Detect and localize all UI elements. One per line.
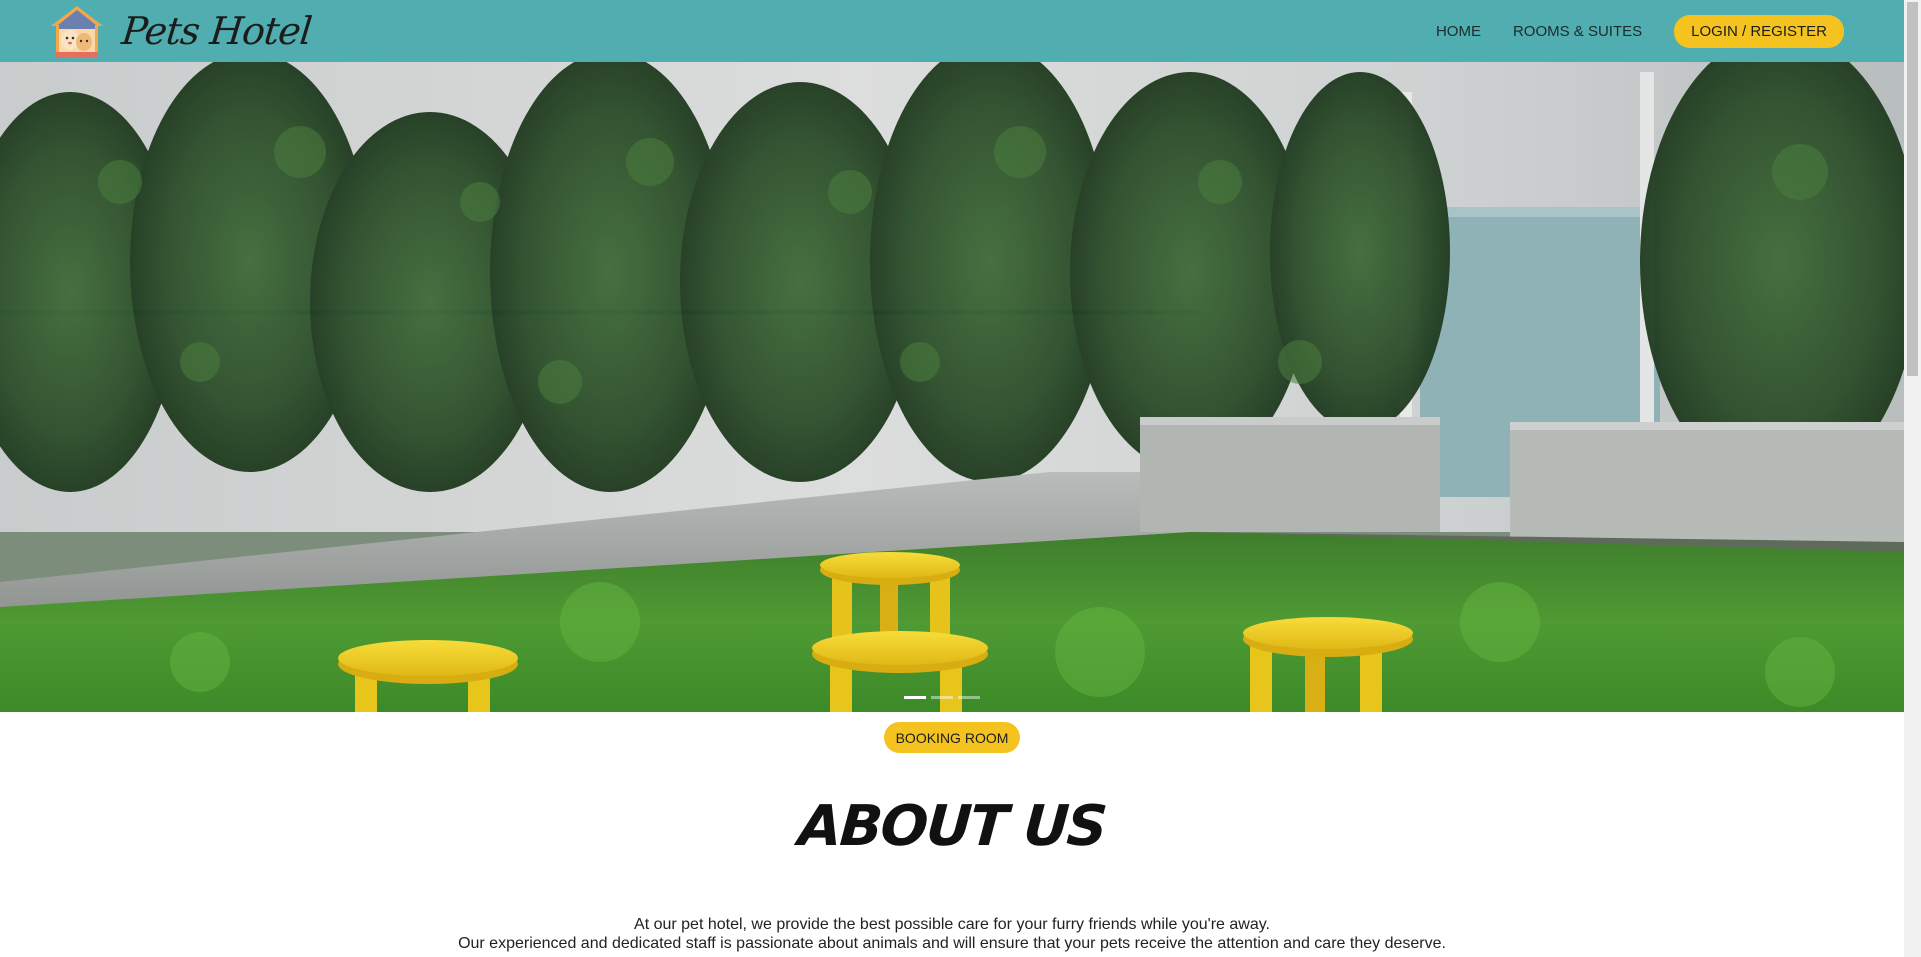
nav-links: HOME ROOMS & SUITES LOGIN / REGISTER [1436, 0, 1844, 62]
carousel-indicator-1[interactable] [904, 696, 926, 699]
about-title: ABOUT US [796, 794, 1108, 859]
login-register-button[interactable]: LOGIN / REGISTER [1674, 14, 1844, 48]
about-line-2: Our experienced and dedicated staff is p… [458, 935, 1446, 952]
navbar: Pets Hotel HOME ROOMS & SUITES LOGIN / R… [0, 0, 1904, 62]
hero-image [0, 62, 1904, 712]
brand-link[interactable]: Pets Hotel [48, 2, 314, 60]
nav-home-link[interactable]: HOME [1436, 23, 1481, 40]
booking-room-button[interactable]: BOOKING ROOM [884, 722, 1020, 753]
scrollbar-thumb[interactable] [1907, 2, 1918, 376]
carousel-indicator-3[interactable] [958, 696, 980, 699]
hero-carousel[interactable] [0, 62, 1904, 712]
page-scrollbar[interactable] [1904, 0, 1921, 957]
about-line-1: At our pet hotel, we provide the best po… [634, 916, 1270, 933]
carousel-indicator-2[interactable] [931, 696, 953, 699]
about-text: At our pet hotel, we provide the best po… [0, 915, 1904, 953]
brand-name: Pets Hotel [119, 9, 314, 53]
pet-house-icon [51, 6, 103, 57]
page: Pets Hotel HOME ROOMS & SUITES LOGIN / R… [0, 0, 1921, 957]
carousel-indicators [904, 696, 985, 699]
nav-rooms-link[interactable]: ROOMS & SUITES [1513, 23, 1642, 40]
